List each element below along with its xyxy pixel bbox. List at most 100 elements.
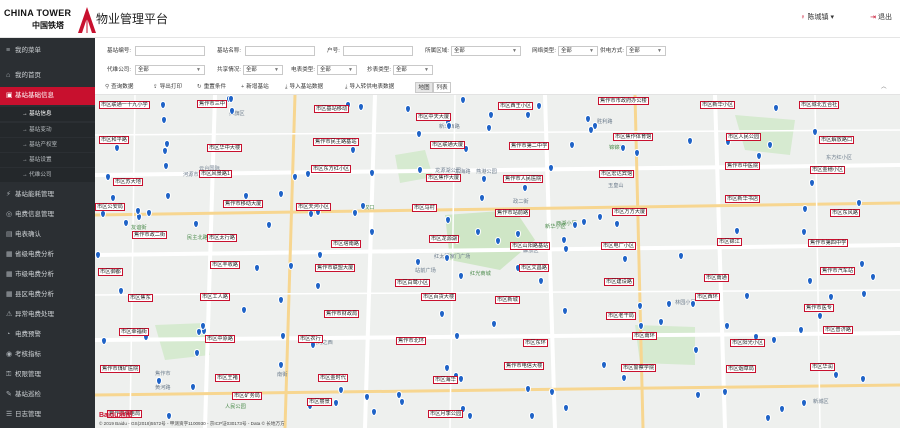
station-label[interactable]: 市区万方大厦 [612,208,648,216]
sidebar-item-county-analysis[interactable]: ▦ 县区电费分析 [0,286,95,304]
ledger-select[interactable]: 全部 ▼ [393,65,433,75]
station-label[interactable]: 市区新城 [495,296,520,304]
station-label[interactable]: 市区电厂小区 [601,242,637,250]
station-label[interactable]: 市区矿务局 [232,392,262,400]
station-label[interactable]: 焦作市电信大楼 [504,362,545,370]
export-button[interactable]: ⇪ 导出打印 [153,82,182,92]
add-station-button[interactable]: + 新增基站 [241,82,269,92]
station-label[interactable]: 市区中原路 [205,335,235,343]
station-label[interactable]: 焦作市移动大厦 [223,200,264,208]
station-label[interactable]: 市区老干局 [606,312,636,320]
tab-list[interactable]: 列表 [433,82,451,93]
collapse-icon[interactable]: ︿ [881,82,887,92]
station-label[interactable]: 市区农行 [298,335,323,343]
station-label[interactable]: 市区御都 [98,268,123,276]
station-label[interactable]: 市区城北五合社 [799,101,840,109]
station-label[interactable]: 市区中天大厦 [416,113,452,121]
station-label[interactable]: 市区烟草局 [726,365,756,373]
station-no-input[interactable] [135,46,205,56]
station-label[interactable]: 市区西王小区 [498,102,534,110]
station-label[interactable]: 市区焦作体育馆 [613,133,654,141]
sidebar-item-fee-info[interactable]: ◎ 电费信息管理 [0,206,95,224]
subitem-station-info[interactable]: → 基站信息 [0,107,95,121]
station-label[interactable]: 焦作市联盟大厦 [315,264,356,272]
reset-button[interactable]: ↻ 重置条件 [197,82,226,92]
shared-select[interactable]: 全部 ▼ [243,65,283,75]
station-label[interactable]: 市区工人路 [200,293,230,301]
station-label[interactable]: 市区海华 [433,376,458,384]
station-label[interactable]: 市区解放路口 [819,136,855,144]
map-view[interactable]: 红光商城 河源市政府 红太阳家门广场 焦作市 新华小区 黄河之西 胜利路 燕港公园 锦锦苑 解放区… [95,95,900,428]
station-label[interactable]: 市区苏大地 [113,178,143,186]
import-station-button[interactable]: ⤓ 导入基站数据 [285,82,323,92]
station-label[interactable]: 市区金时代 [318,374,348,382]
station-label[interactable]: 市区联通大厦 [430,141,466,149]
station-label[interactable]: 市区宏达宾馆 [599,170,635,178]
station-label[interactable]: 市区太行路 [207,234,237,242]
owner-input[interactable] [343,46,413,56]
station-label[interactable]: 焦作市民主路基站 [313,138,359,146]
station-label[interactable]: 市区警察学院 [621,364,657,372]
station-label[interactable]: 焦作市中医院 [725,162,761,170]
station-label[interactable]: 市区焦作大厦 [426,174,462,182]
sidebar-item-energy[interactable]: ⚡ 基站能耗管理 [0,186,95,204]
station-name-input[interactable] [245,46,315,56]
station-label[interactable]: 市区焦东 [128,294,153,302]
station-label[interactable]: 市区风景路1 [199,170,232,178]
sidebar-item-province-analysis[interactable]: ▦ 省级电费分析 [0,246,95,264]
sidebar-item-meter-confirm[interactable]: ▤ 电表确认 [0,226,95,244]
station-label[interactable]: 焦作市财政局 [324,310,360,318]
subitem-station-settings[interactable]: → 基站设置 [0,153,95,167]
station-label[interactable]: 焦作市三中 [197,100,227,108]
network-select[interactable]: 全部 ▼ [558,46,598,56]
maintenance-select[interactable]: 全部 ▼ [135,65,205,75]
sidebar-item-kpi[interactable]: ◉ 考核指标 [0,346,95,364]
subitem-station-change[interactable]: → 基站变动 [0,123,95,137]
station-label[interactable]: 焦作市人民医院 [503,175,544,183]
sidebar-item-abnormal-fee[interactable]: ⚠ 异常电费处理 [0,306,95,324]
sidebar-item-logs[interactable]: ☰ 日志管理 [0,406,95,424]
station-label[interactable]: 市区东方红小区 [311,165,352,173]
station-label[interactable]: 市区基站移动 [314,105,350,113]
station-label[interactable]: 焦作市站前路 [495,209,531,217]
station-label[interactable]: 焦作市第二中学 [509,142,550,150]
sidebar-item-fee-warning[interactable]: ◔ 电费预警 [0,326,95,344]
sidebar-item-city-analysis[interactable]: ▦ 市级电费分析 [0,266,95,284]
station-label[interactable]: 市区金穗小区 [810,166,846,174]
station-label[interactable]: 市区丽景 [307,398,332,406]
station-label[interactable]: 市区西环 [695,293,720,301]
station-label[interactable]: 市区普济路 [823,326,853,334]
station-label[interactable]: 市区马村 [412,204,437,212]
station-label[interactable]: 焦作市市政府办公楼 [598,97,649,105]
station-label[interactable]: 焦作市医专 [804,304,834,312]
station-label[interactable]: 市区塔南路 [331,240,361,248]
station-label[interactable]: 市区锦江 [717,238,742,246]
region-select[interactable]: 全部 ▼ [451,46,521,56]
import-transfer-button[interactable]: ⤓ 导入转供电表数据 [345,82,394,92]
station-label[interactable]: 焦作市政二街 [132,231,168,239]
station-label[interactable]: 市区山阳路基站 [510,242,551,250]
logout-button[interactable]: ⇥ 退出 [870,12,892,22]
tab-map[interactable]: 地图 [415,82,433,93]
station-label[interactable]: 市区新华小区 [700,101,736,109]
station-label[interactable]: 市区新华书店 [725,195,761,203]
station-label[interactable]: 市区华中大楼 [207,144,243,152]
query-button[interactable]: ⚲ 查询数据 [105,82,134,92]
station-label[interactable]: 市区阳光小区 [730,339,766,347]
sidebar-item-station-info[interactable]: ▣ 基站基础信息 [0,87,95,105]
station-label[interactable]: 焦作市煤矿医院 [100,365,141,373]
station-label[interactable]: 市区和平路 [99,136,129,144]
station-label[interactable]: 焦作市北环 [396,337,426,345]
station-label[interactable]: 市区文昌路 [519,264,549,272]
user-menu[interactable]: ♀ 陈城镇 ▾ [800,12,834,22]
menu-toggle[interactable]: ≡ 我的菜单 [0,42,95,60]
subitem-maintenance-company[interactable]: → 代维公司 [0,168,95,182]
station-label[interactable]: 市区丰收路 [210,261,240,269]
subitem-station-property[interactable]: → 基站产权室 [0,138,95,152]
station-label[interactable]: 市区幸福街 [119,328,149,336]
station-label[interactable]: 市区南环 [632,332,657,340]
station-label[interactable]: 市区东环 [523,339,548,347]
station-label[interactable]: 市区白鹭小区 [395,279,431,287]
sidebar-item-home[interactable]: ⌂ 我的首页 [0,67,95,85]
station-label[interactable]: 市区建设路 [604,278,634,286]
